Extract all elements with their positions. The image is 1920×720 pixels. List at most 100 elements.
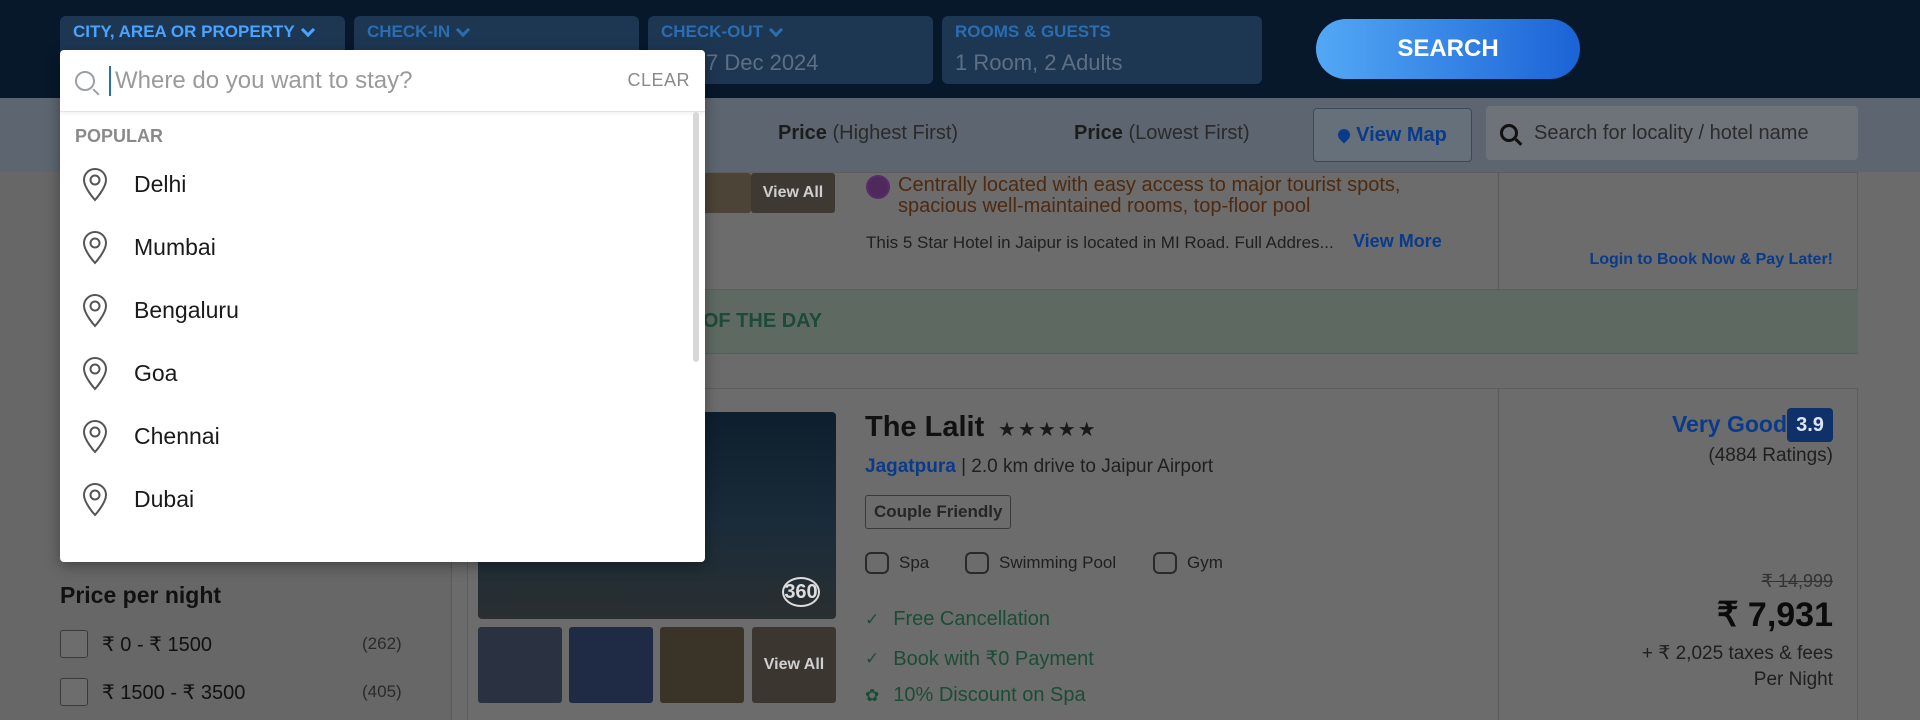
360-view-icon[interactable]: 360	[782, 577, 820, 607]
bullet-text: Book with ₹0 Payment	[893, 648, 1094, 670]
location-pin-icon	[82, 482, 108, 516]
price-filter-option[interactable]: ₹ 1500 - ₹ 3500 (405)	[60, 677, 402, 707]
amenity-gym: Gym	[1153, 552, 1223, 574]
checkout-label: CHECK-OUT	[661, 22, 763, 41]
sort-price-lowest-rest: (Lowest First)	[1122, 122, 1250, 144]
hotel-highlight: Centrally located with easy access to ma…	[898, 174, 1401, 217]
search-icon	[1500, 124, 1518, 142]
divider	[1498, 389, 1499, 720]
hotel-thumbnail[interactable]	[569, 627, 653, 703]
price-range-count: (405)	[362, 682, 402, 701]
hotel-location: Jagatpura | 2.0 km drive to Jaipur Airpo…	[865, 456, 1213, 478]
original-price: ₹ 14,999	[1761, 571, 1833, 591]
city-option-mumbai[interactable]: Mumbai	[60, 216, 705, 279]
rating-score-badge: 3.9	[1787, 408, 1833, 442]
city-name: Bengaluru	[134, 297, 239, 323]
view-map-label: View Map	[1356, 123, 1447, 146]
location-pin-icon	[82, 293, 108, 327]
city-option-bengaluru[interactable]: Bengaluru	[60, 279, 705, 342]
chevron-down-icon	[768, 22, 784, 37]
city-name: Dubai	[134, 486, 195, 512]
sort-price-lowest-bold: Price	[1074, 122, 1123, 144]
city-name: Goa	[134, 360, 178, 386]
city-name: Mumbai	[134, 234, 216, 260]
rating-text: Very Good	[1671, 411, 1787, 437]
rooms-guests-field[interactable]: ROOMS & GUESTS 1 Room, 2 Adults	[942, 16, 1262, 84]
city-name: Delhi	[134, 171, 187, 197]
per-night-label: Per Night	[1753, 669, 1833, 690]
rating-count[interactable]: (4884 Ratings)	[1708, 445, 1833, 467]
search-icon	[75, 70, 95, 91]
city-field-label: CITY, AREA OR PROPERTY	[73, 22, 295, 41]
destination-search-input[interactable]	[109, 65, 628, 96]
amenity-pool: Swimming Pool	[965, 552, 1116, 574]
price-filter-title: Price per night	[60, 582, 222, 608]
search-button[interactable]: SEARCH	[1316, 19, 1580, 79]
city-option-chennai[interactable]: Chennai	[60, 405, 705, 468]
bullet-text: 10% Discount on Spa	[893, 684, 1086, 706]
price-filter-option[interactable]: ₹ 0 - ₹ 1500 (262)	[60, 629, 402, 659]
city-name: Chennai	[134, 423, 220, 449]
price-range-label: ₹ 1500 - ₹ 3500	[102, 681, 246, 704]
checkbox[interactable]	[60, 678, 88, 706]
city-option-dubai[interactable]: Dubai	[60, 468, 705, 531]
sort-price-lowest[interactable]: Price (Lowest First)	[1074, 122, 1250, 145]
checkout-label-row: CHECK-OUT	[661, 22, 920, 42]
taxes-and-fees: + ₹ 2,025 taxes & fees	[1641, 643, 1833, 664]
view-all-photos[interactable]: View All	[751, 173, 835, 213]
amenity-label: Swimming Pool	[999, 553, 1117, 572]
locality-search-input[interactable]: Search for locality / hotel name	[1486, 106, 1858, 160]
location-pin-icon	[82, 167, 108, 201]
view-more-link[interactable]: View More	[1353, 231, 1442, 252]
sort-price-highest-rest: (Highest First)	[826, 122, 959, 144]
hotel-thumbnail[interactable]	[478, 627, 562, 703]
location-pin-icon	[82, 356, 108, 390]
gym-icon	[1153, 552, 1177, 574]
free-cancellation: ✓ Free Cancellation	[865, 608, 1050, 631]
hotel-area-link[interactable]: Jagatpura	[865, 456, 956, 477]
guests-label: ROOMS & GUESTS	[955, 22, 1111, 41]
view-all-photos[interactable]: View All	[752, 627, 836, 703]
price-range-label: ₹ 0 - ₹ 1500	[102, 633, 212, 656]
spa-discount: ✿ 10% Discount on Spa	[865, 684, 1086, 707]
amenity-label: Gym	[1187, 553, 1223, 572]
clear-button[interactable]: CLEAR	[627, 70, 690, 91]
city-option-delhi[interactable]: Delhi	[60, 153, 705, 216]
checkbox[interactable]	[60, 630, 88, 658]
sort-price-highest-bold: Price	[778, 122, 827, 144]
dropdown-scrollbar[interactable]	[693, 112, 699, 362]
check-icon: ✓	[865, 609, 880, 629]
location-pin-icon	[82, 419, 108, 453]
spa-offer-icon: ✿	[865, 685, 880, 705]
view-map-button[interactable]: View Map	[1313, 108, 1472, 162]
map-pin-icon	[1335, 126, 1353, 144]
checkin-label-row: CHECK-IN	[367, 22, 626, 42]
guests-value: 1 Room, 2 Adults	[955, 50, 1123, 75]
spa-icon	[865, 552, 889, 574]
hotel-thumbnail[interactable]	[660, 627, 744, 703]
amenity-label: Spa	[899, 553, 930, 572]
hotel-name[interactable]: The Lalit	[865, 411, 984, 444]
sort-price-highest[interactable]: Price (Highest First)	[778, 122, 958, 145]
checkin-label: CHECK-IN	[367, 22, 451, 41]
hotel-description: This 5 Star Hotel in Jaipur is located i…	[866, 233, 1334, 252]
destination-dropdown: CLEAR POPULAR Delhi Mumbai Bengaluru Goa…	[60, 50, 705, 562]
dropdown-header: CLEAR	[60, 50, 705, 112]
city-option-goa[interactable]: Goa	[60, 342, 705, 405]
locality-search-placeholder: Search for locality / hotel name	[1534, 121, 1809, 144]
popular-section-title: POPULAR	[75, 126, 164, 146]
popular-city-list: Delhi Mumbai Bengaluru Goa Chennai Dubai	[60, 153, 705, 531]
chevron-down-icon	[456, 22, 471, 37]
login-to-book-link[interactable]: Login to Book Now & Pay Later!	[1589, 251, 1833, 269]
location-pin-icon	[82, 230, 108, 264]
couple-friendly-tag: Couple Friendly	[865, 495, 1012, 529]
hotel-distance: | 2.0 km drive to Jaipur Airport	[955, 456, 1214, 477]
divider	[1498, 173, 1499, 291]
pool-icon	[965, 552, 989, 574]
highlight-icon	[866, 175, 890, 199]
chevron-down-icon	[300, 22, 315, 37]
bullet-text: Free Cancellation	[893, 608, 1050, 630]
price-range-count: (262)	[362, 634, 402, 653]
amenity-spa: Spa	[865, 552, 929, 574]
check-icon: ✓	[865, 648, 880, 668]
